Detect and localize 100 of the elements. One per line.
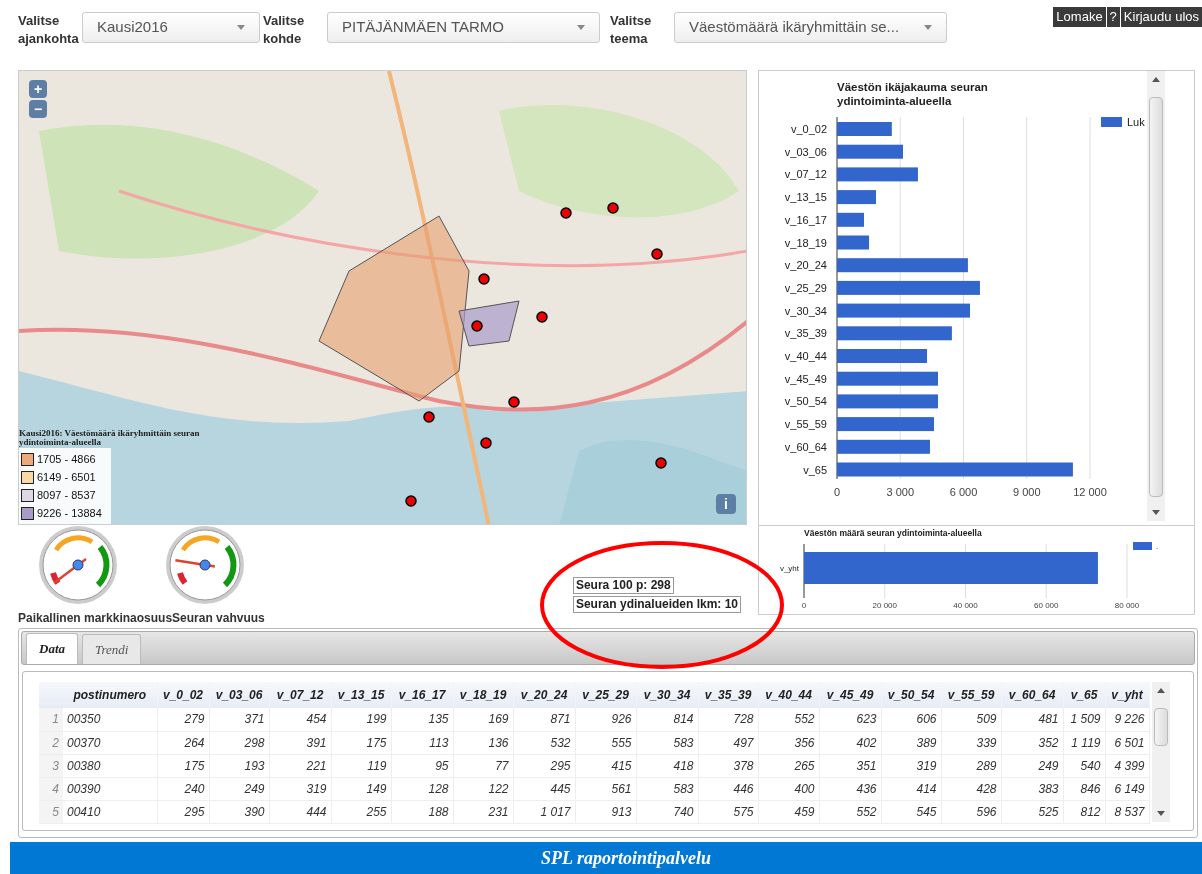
scrollbar[interactable] [1147, 71, 1165, 521]
zoom-in-button[interactable]: + [29, 80, 47, 98]
tick-label: 60 000 [1034, 601, 1059, 610]
map[interactable]: + − i Kausi2016: Väestömäärä ikäryhmittäin seuran ydintoiminta-alueella 1705 - 4866 6149 - 6501 8097 - 8537 9226 - 13884 [18, 70, 747, 525]
scroll-thumb[interactable] [1153, 708, 1168, 746]
column-header[interactable]: v_60_64 [1001, 682, 1063, 708]
column-header[interactable]: postinumero [63, 682, 157, 708]
table-cell: 249 [209, 777, 269, 800]
tick-label: 12 000 [1073, 486, 1107, 498]
tick-label: 0 [833, 486, 841, 498]
table-cell: 264 [157, 731, 209, 754]
table-cell: 552 [819, 800, 881, 823]
column-header[interactable]: v_35_39 [698, 682, 758, 708]
info-button[interactable]: i [716, 494, 736, 514]
tab[interactable]: Trendi [82, 634, 142, 664]
chart-title: Väestön määrä seuran ydintoiminta-alueella [804, 528, 982, 538]
column-header[interactable]: v_18_19 [453, 682, 513, 708]
table-cell: 6 149 [1105, 777, 1149, 800]
filter-select[interactable]: Väestömäärä ikäryhmittäin se... [674, 12, 947, 43]
table-cell: 454 [269, 708, 331, 731]
column-header[interactable]: v_03_06 [209, 682, 269, 708]
table-cell: 00350 [63, 708, 157, 731]
scroll-up-icon[interactable] [1152, 77, 1160, 82]
table-cell: 583 [636, 731, 698, 754]
gauge-label: Seuran vahvuus [172, 611, 265, 625]
corner-cell [39, 682, 63, 708]
filter-label: Valitse kohde [263, 12, 306, 48]
header-button[interactable]: ? [1106, 7, 1120, 27]
scrollbar[interactable] [1151, 682, 1170, 822]
scroll-up-icon[interactable] [1156, 688, 1165, 693]
axis-label: v_40_44 [784, 350, 827, 362]
table-cell: 383 [1001, 777, 1063, 800]
table-cell: 446 [698, 777, 758, 800]
row-number: 2 [39, 731, 63, 754]
legend-swatch [1133, 542, 1152, 550]
table-cell: 871 [513, 708, 575, 731]
table-cell: 623 [819, 708, 881, 731]
column-header[interactable]: v_50_54 [881, 682, 941, 708]
column-header[interactable]: v_yht [1105, 682, 1149, 708]
scroll-down-icon[interactable] [1152, 510, 1160, 515]
column-header[interactable]: v_65 [1063, 682, 1105, 708]
table-cell: 255 [331, 800, 391, 823]
caret-icon [924, 25, 932, 30]
table-cell: 122 [453, 777, 513, 800]
table-cell: 113 [391, 731, 453, 754]
table-cell: 391 [269, 731, 331, 754]
axis-label: v_50_54 [784, 395, 827, 408]
table-cell: 8 537 [1105, 800, 1149, 823]
column-header[interactable]: v_16_17 [391, 682, 453, 708]
header-button[interactable]: Kirjaudu ulos [1120, 7, 1202, 27]
gauge-label: Paikallinen markkinaosuus [18, 611, 173, 625]
table-cell: 1 119 [1063, 731, 1105, 754]
legend-swatch [1101, 117, 1122, 127]
table-cell: 1 017 [513, 800, 575, 823]
filter-label: Valitse ajankohta [18, 12, 80, 48]
axis-label: v_35_39 [784, 327, 827, 340]
filter-select[interactable]: PITÄJÄNMÄEN TARMO [327, 12, 600, 43]
bar [837, 235, 870, 250]
column-header[interactable]: v_40_44 [758, 682, 819, 708]
column-header[interactable]: v_55_59 [941, 682, 1001, 708]
column-header[interactable]: v_13_15 [331, 682, 391, 708]
table-cell: 436 [819, 777, 881, 800]
stat-box: Seura 100 p: 298 [572, 577, 674, 594]
row-number: 3 [39, 754, 63, 777]
table-cell: 319 [269, 777, 331, 800]
legend-label: 9226 - 13884 [37, 505, 102, 521]
table-cell: 378 [698, 754, 758, 777]
tick-label: 40 000 [953, 601, 978, 610]
column-header[interactable]: v_45_49 [819, 682, 881, 708]
column-header[interactable]: v_07_12 [269, 682, 331, 708]
table-cell: 415 [575, 754, 636, 777]
tick-label: 6 000 [949, 486, 978, 498]
filter-select[interactable]: Kausi2016 [82, 12, 260, 43]
bar [837, 122, 892, 136]
table-cell: 428 [941, 777, 1001, 800]
table-cell: 402 [819, 731, 881, 754]
header-button[interactable]: Lomake [1053, 7, 1106, 27]
caret-icon [237, 25, 245, 30]
column-header[interactable]: v_30_34 [636, 682, 698, 708]
column-header[interactable]: v_0_02 [157, 682, 209, 708]
table-cell: 265 [758, 754, 819, 777]
table-cell: 00390 [63, 777, 157, 800]
scroll-down-icon[interactable] [1156, 811, 1165, 816]
table-cell: 575 [698, 800, 758, 823]
table-cell: 481 [1001, 708, 1063, 731]
axis-label: v_25_29 [784, 281, 827, 294]
table-cell: 913 [575, 800, 636, 823]
column-header[interactable]: v_20_24 [513, 682, 575, 708]
table-cell: 6 501 [1105, 731, 1149, 754]
table-cell: 319 [881, 754, 941, 777]
tab[interactable]: Data [26, 633, 78, 664]
table-cell: 136 [453, 731, 513, 754]
zoom-out-button[interactable]: − [29, 100, 47, 118]
tick-label: 80 000 [1114, 601, 1140, 610]
table-cell: 175 [157, 754, 209, 777]
column-header[interactable]: v_25_29 [575, 682, 636, 708]
table-cell: 414 [881, 777, 941, 800]
table-cell: 339 [941, 731, 1001, 754]
scroll-thumb[interactable] [1149, 97, 1163, 497]
table-cell: 4 399 [1105, 754, 1149, 777]
